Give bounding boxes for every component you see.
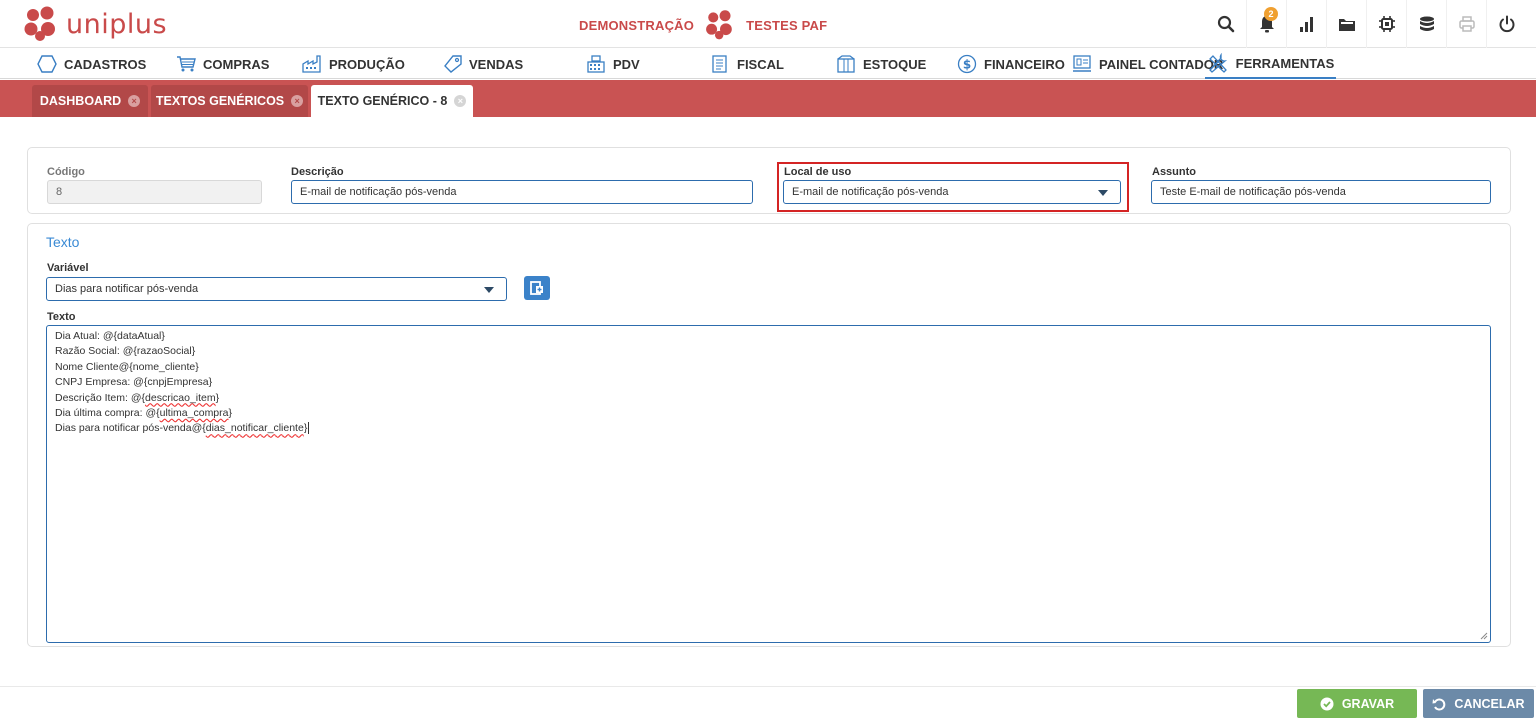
tab-label: TEXTOS GENÉRICOS xyxy=(155,94,285,108)
nav-ferramentas[interactable]: FERRAMENTAS xyxy=(1205,49,1336,79)
assunto-label: Assunto xyxy=(1152,166,1196,178)
tab-dashboard[interactable]: DASHBOARD × xyxy=(32,85,148,117)
factory-icon xyxy=(302,55,321,73)
save-label: GRAVAR xyxy=(1341,696,1395,711)
svg-text:$: $ xyxy=(963,58,971,72)
top-header: uniplus DEMONSTRAÇÃO TESTES PAF 2 xyxy=(0,0,1536,48)
box-icon xyxy=(837,55,855,73)
descricao-value: E-mail de notificação pós-venda xyxy=(300,186,457,198)
environment-brand: DEMONSTRAÇÃO TESTES PAF xyxy=(579,9,827,41)
nav-label: FINANCEIRO xyxy=(984,56,1065,72)
logo-text: uniplus xyxy=(66,8,168,40)
highlight-box xyxy=(777,162,1129,212)
nav-pdv[interactable]: PDV xyxy=(586,49,640,79)
codigo-label: Código xyxy=(47,166,85,178)
codigo-field: 8 xyxy=(47,180,262,204)
assunto-value: Teste E-mail de notificação pós-venda xyxy=(1160,186,1346,198)
brand-mark-icon xyxy=(706,10,732,40)
nav-producao[interactable]: PRODUÇÃO xyxy=(302,49,405,79)
bell-icon[interactable]: 2 xyxy=(1246,0,1286,48)
nav-compras[interactable]: COMPRAS xyxy=(176,49,269,79)
hexagon-icon xyxy=(37,55,57,73)
nav-fiscal[interactable]: FISCAL xyxy=(710,49,784,79)
text-cursor xyxy=(308,422,310,435)
nav-label: CADASTROS xyxy=(64,56,147,72)
search-icon[interactable] xyxy=(1206,0,1246,48)
register-icon xyxy=(587,55,605,73)
insert-variable-button[interactable] xyxy=(524,276,550,300)
main-nav: CADASTROS COMPRAS PRODUÇÃO VENDAS PDV FI… xyxy=(0,49,1536,79)
demo-label: DEMONSTRAÇÃO xyxy=(579,17,695,33)
descricao-label: Descrição xyxy=(291,166,344,178)
nav-financeiro[interactable]: $ FINANCEIRO xyxy=(957,49,1065,79)
tools-icon xyxy=(1208,53,1227,73)
power-icon[interactable] xyxy=(1486,0,1526,48)
cancel-button[interactable]: CANCELAR xyxy=(1423,689,1534,718)
variavel-value: Dias para notificar pós-venda xyxy=(55,283,199,295)
text-line: Dia Atual: @{dataAtual} xyxy=(55,330,165,342)
save-button[interactable]: GRAVAR xyxy=(1297,689,1417,718)
cancel-label: CANCELAR xyxy=(1454,696,1525,711)
printer-icon[interactable] xyxy=(1446,0,1486,48)
tab-label: TEXTO GENÉRICO - 8 xyxy=(317,94,448,108)
assunto-field[interactable]: Teste E-mail de notificação pós-venda xyxy=(1151,180,1491,204)
insert-icon xyxy=(530,281,543,295)
undo-icon xyxy=(1432,698,1446,710)
nav-cadastros[interactable]: CADASTROS xyxy=(37,49,146,79)
close-icon[interactable]: × xyxy=(128,95,141,107)
variavel-label: Variável xyxy=(47,262,89,274)
nav-label: FISCAL xyxy=(737,56,784,72)
text-line: Razão Social: @{razaoSocial} xyxy=(55,345,196,358)
tab-texto-generico-8[interactable]: TEXTO GENÉRICO - 8 × xyxy=(311,85,473,117)
nav-estoque[interactable]: ESTOQUE xyxy=(836,49,926,79)
footer-divider xyxy=(0,686,1536,687)
nav-label: FERRAMENTAS xyxy=(1235,55,1335,71)
close-icon[interactable]: × xyxy=(291,95,304,107)
chevron-down-icon xyxy=(484,287,494,293)
nav-label: VENDAS xyxy=(469,56,524,72)
logo[interactable]: uniplus xyxy=(22,4,167,44)
nav-painel-contador[interactable]: PAINEL CONTADOR xyxy=(1072,49,1223,79)
tab-textos-genericos[interactable]: TEXTOS GENÉRICOS × xyxy=(151,85,308,117)
nav-label: COMPRAS xyxy=(203,56,270,72)
texto-section-title: Texto xyxy=(46,234,80,250)
tab-bar: DASHBOARD × TEXTOS GENÉRICOS × TEXTO GEN… xyxy=(0,80,1536,117)
document-icon xyxy=(712,55,727,73)
bar-chart-icon[interactable] xyxy=(1286,0,1326,48)
resize-grip-icon[interactable] xyxy=(1480,632,1488,640)
nav-label: PRODUÇÃO xyxy=(329,56,405,72)
toolbar-icons: 2 xyxy=(1206,0,1526,48)
logo-mark-icon xyxy=(24,6,55,41)
database-icon[interactable] xyxy=(1406,0,1446,48)
text-line: Nome Cliente@{nome_cliente} xyxy=(55,360,199,373)
codigo-value: 8 xyxy=(56,186,63,198)
chip-icon[interactable] xyxy=(1366,0,1406,48)
variavel-select[interactable]: Dias para notificar pós-venda xyxy=(46,277,507,301)
check-circle-icon xyxy=(1320,697,1334,710)
text-line: CNPJ Empresa: @{cnpjEmpresa} xyxy=(55,376,213,389)
env-label: TESTES PAF xyxy=(746,17,828,33)
text-line: Dias para notificar pós-venda@{dias_noti… xyxy=(55,422,310,435)
nav-vendas[interactable]: VENDAS xyxy=(442,49,523,79)
nav-label: ESTOQUE xyxy=(863,56,927,72)
folder-icon[interactable] xyxy=(1326,0,1366,48)
dollar-icon: $ xyxy=(957,54,977,74)
texto-textarea[interactable]: Dia Atual: @{dataAtual} Razão Social: @{… xyxy=(46,325,1491,643)
notification-badge: 2 xyxy=(1264,7,1278,21)
text-line: Descrição Item: @{descricao_item} xyxy=(55,391,220,404)
cart-icon xyxy=(177,56,196,72)
text-line: Dia última compra: @{ultima_compra} xyxy=(55,407,233,420)
tab-label: DASHBOARD xyxy=(39,94,122,108)
descricao-field[interactable]: E-mail de notificação pós-venda xyxy=(291,180,753,204)
nav-label: PDV xyxy=(613,56,640,72)
close-icon[interactable]: × xyxy=(454,95,467,107)
texto-label: Texto xyxy=(47,311,76,323)
tag-icon xyxy=(444,55,462,73)
panel-icon xyxy=(1073,55,1091,72)
